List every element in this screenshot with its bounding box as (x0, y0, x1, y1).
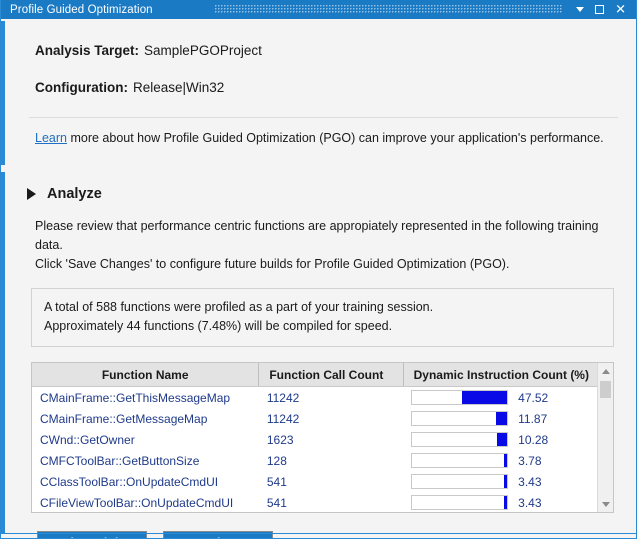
cell-call-count: 11242 (259, 408, 403, 429)
learn-more-line: Learn more about how Profile Guided Opti… (17, 118, 624, 145)
bar-cell: 3.78 (411, 453, 589, 468)
bar-cell: 11.87 (411, 411, 589, 426)
pgo-dialog-window: Profile Guided Optimization ✕ Analysis T… (0, 0, 637, 539)
analyze-instructions: Please review that performance centric f… (17, 217, 624, 274)
bar-cell: 10.28 (411, 432, 589, 447)
bar-cell: 47.52 (411, 390, 589, 405)
action-buttons: Redo Training Save Changes (17, 513, 624, 539)
drag-grip[interactable] (215, 5, 562, 14)
bar-cell: 3.43 (411, 474, 589, 489)
maximize-icon[interactable] (595, 5, 604, 14)
bottom-accent-line (1, 533, 636, 534)
cell-function-name: CMainFrame::GetMessageMap (32, 408, 259, 429)
bar-value-label: 47.52 (518, 391, 548, 405)
cell-call-count: 541 (259, 492, 403, 513)
cell-dynamic-instruction: 11.87 (403, 408, 597, 429)
cell-function-name: CMainFrame::GetThisMessageMap (32, 387, 259, 409)
cell-function-name: CMFCToolBar::GetButtonSize (32, 450, 259, 471)
window-title: Profile Guided Optimization (10, 4, 153, 16)
table-row[interactable]: CFileViewToolBar::OnUpdateCmdUI541 3.43 (32, 492, 597, 513)
summary-panel: Analysis Target: SamplePGOProject Configu… (1, 21, 636, 165)
summary-line-1: A total of 588 functions were profiled a… (44, 298, 601, 317)
bar-fill (504, 475, 507, 488)
table-header-row: Function Name Function Call Count Dynami… (32, 363, 597, 387)
instruction-line-2: Click 'Save Changes' to configure future… (35, 255, 624, 274)
cell-dynamic-instruction: 3.43 (403, 471, 597, 492)
window-controls: ✕ (576, 3, 632, 16)
title-bar: Profile Guided Optimization ✕ (1, 0, 636, 19)
bar-track (411, 411, 508, 426)
arrow-down-icon (602, 502, 610, 507)
bar-value-label: 3.78 (518, 454, 541, 468)
close-icon[interactable]: ✕ (615, 3, 626, 16)
arrow-up-icon (602, 369, 610, 374)
bar-cell: 3.43 (411, 495, 589, 510)
scroll-up-button[interactable] (598, 363, 613, 379)
table-row[interactable]: CMainFrame::GetThisMessageMap11242 47.52 (32, 387, 597, 409)
cell-call-count: 128 (259, 450, 403, 471)
table-scrollbar[interactable] (597, 363, 613, 512)
cell-function-name: CFileViewToolBar::OnUpdateCmdUI (32, 492, 259, 513)
functions-table-container: Function Name Function Call Count Dynami… (31, 362, 614, 513)
column-header-function-name[interactable]: Function Name (32, 363, 259, 387)
cell-call-count: 1623 (259, 429, 403, 450)
cell-dynamic-instruction: 3.43 (403, 492, 597, 513)
bar-value-label: 3.43 (518, 496, 541, 510)
table-body: CMainFrame::GetThisMessageMap1124247.52C… (32, 387, 597, 514)
scrollbar-thumb[interactable] (600, 381, 611, 398)
scroll-down-button[interactable] (598, 496, 613, 512)
bar-track (411, 432, 508, 447)
instruction-line-1: Please review that performance centric f… (35, 217, 624, 255)
cell-dynamic-instruction: 3.78 (403, 450, 597, 471)
scrollbar-track[interactable] (598, 379, 613, 496)
bar-value-label: 10.28 (518, 433, 548, 447)
analysis-target-value: SamplePGOProject (144, 43, 262, 58)
configuration-label: Configuration: (35, 80, 128, 95)
analyze-panel: Analyze Please review that performance c… (1, 172, 636, 533)
column-header-dynamic-instruction[interactable]: Dynamic Instruction Count (%) (403, 363, 597, 387)
table-row[interactable]: CClassToolBar::OnUpdateCmdUI541 3.43 (32, 471, 597, 492)
bar-track (411, 390, 508, 405)
learn-link[interactable]: Learn (35, 131, 67, 145)
analysis-target-label: Analysis Target: (35, 43, 139, 58)
analyze-section-header[interactable]: Analyze (17, 172, 624, 202)
cell-function-name: CWnd::GetOwner (32, 429, 259, 450)
bar-fill (504, 454, 508, 467)
functions-table: Function Name Function Call Count Dynami… (32, 363, 597, 513)
training-summary-box: A total of 588 functions were profiled a… (31, 288, 614, 347)
learn-more-text: more about how Profile Guided Optimizati… (67, 131, 604, 145)
configuration-row: Configuration: Release|Win32 (17, 58, 624, 95)
chevron-down-icon[interactable] (576, 7, 584, 12)
expander-triangle-icon[interactable] (27, 188, 36, 200)
cell-function-name: CClassToolBar::OnUpdateCmdUI (32, 471, 259, 492)
bar-fill (497, 433, 507, 446)
cell-dynamic-instruction: 10.28 (403, 429, 597, 450)
column-header-call-count[interactable]: Function Call Count (259, 363, 403, 387)
bar-track (411, 495, 508, 510)
table-row[interactable]: CMainFrame::GetMessageMap11242 11.87 (32, 408, 597, 429)
configuration-value: Release|Win32 (133, 80, 224, 95)
cell-dynamic-instruction: 47.52 (403, 387, 597, 409)
bar-fill (504, 496, 507, 509)
cell-call-count: 11242 (259, 387, 403, 409)
summary-line-2: Approximately 44 functions (7.48%) will … (44, 317, 601, 336)
table-row[interactable]: CMFCToolBar::GetButtonSize128 3.78 (32, 450, 597, 471)
bar-track (411, 453, 508, 468)
bar-value-label: 11.87 (518, 412, 547, 426)
table-row[interactable]: CWnd::GetOwner1623 10.28 (32, 429, 597, 450)
analysis-target-row: Analysis Target: SamplePGOProject (17, 21, 624, 58)
cell-call-count: 541 (259, 471, 403, 492)
bar-fill (462, 391, 507, 404)
bar-value-label: 3.43 (518, 475, 541, 489)
analyze-title: Analyze (47, 186, 102, 202)
bar-track (411, 474, 508, 489)
bar-fill (496, 412, 507, 425)
